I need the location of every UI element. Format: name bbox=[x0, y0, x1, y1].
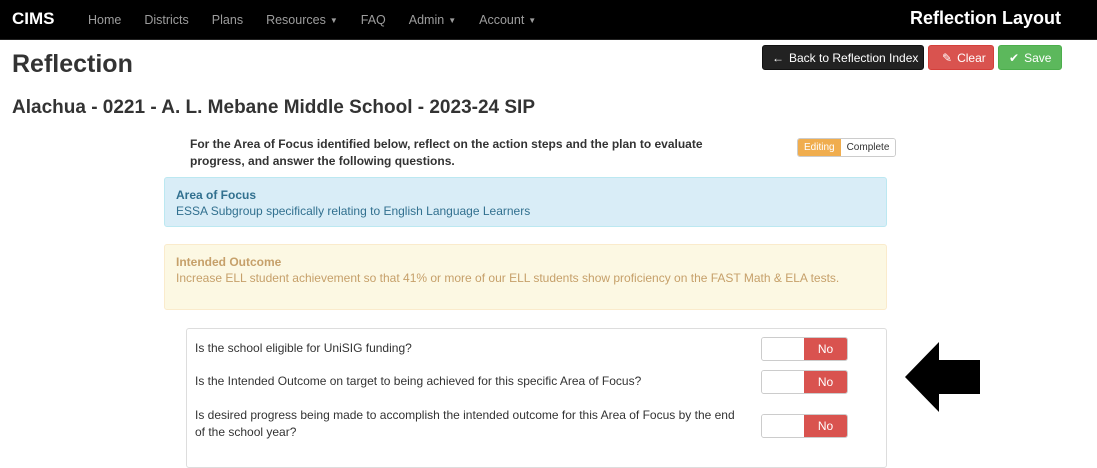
question-text: Is desired progress being made to accomp… bbox=[195, 408, 735, 439]
nav-item-plans[interactable]: Plans bbox=[212, 13, 243, 27]
toggle-off-area[interactable] bbox=[762, 415, 805, 437]
status-editing[interactable]: Editing bbox=[798, 139, 841, 156]
arrow-left-icon: ← bbox=[772, 50, 784, 65]
page-title: Reflection bbox=[12, 50, 133, 78]
nav-item-districts[interactable]: Districts bbox=[144, 13, 188, 27]
intended-outcome-panel: Intended Outcome Increase ELL student ac… bbox=[164, 244, 887, 310]
toggle-off-area[interactable] bbox=[762, 371, 805, 393]
questions-panel: Is the school eligible for UniSIG fundin… bbox=[186, 328, 887, 468]
clear-button[interactable]: ✎ Clear bbox=[928, 45, 994, 70]
area-of-focus-text: ESSA Subgroup specifically relating to E… bbox=[176, 204, 531, 218]
desired-progress-toggle[interactable]: No bbox=[761, 414, 848, 438]
brand-logo[interactable]: CIMS bbox=[12, 9, 55, 29]
arrow-left-icon bbox=[905, 342, 980, 412]
back-button-label: Back to Reflection Index bbox=[789, 50, 919, 65]
question-text: Is the school eligible for UniSIG fundin… bbox=[195, 341, 412, 355]
toggle-no-label[interactable]: No bbox=[804, 338, 847, 360]
nav-item-faq[interactable]: FAQ bbox=[361, 13, 386, 27]
save-button[interactable]: ✔ Save bbox=[998, 45, 1062, 70]
plan-subtitle: Alachua - 0221 - A. L. Mebane Middle Sch… bbox=[12, 97, 536, 118]
nav-menu: Home Districts Plans Resources ▼ FAQ Admi… bbox=[88, 0, 559, 40]
caret-down-icon: ▼ bbox=[528, 16, 537, 26]
status-complete[interactable]: Complete bbox=[840, 139, 896, 156]
caret-down-icon: ▼ bbox=[329, 16, 338, 26]
area-of-focus-title: Area of Focus bbox=[176, 188, 257, 202]
nav-item-home[interactable]: Home bbox=[88, 13, 121, 27]
caret-down-icon: ▼ bbox=[448, 16, 457, 26]
toolbar: ← Back to Reflection Index ✎ Clear ✔ Sav… bbox=[762, 45, 1062, 70]
question-text: Is the Intended Outcome on target to bei… bbox=[195, 374, 642, 388]
top-navbar: CIMS Home Districts Plans Resources ▼ FAQ… bbox=[0, 0, 1097, 40]
save-button-label: Save bbox=[1024, 50, 1052, 65]
nav-item-resources[interactable]: Resources ▼ bbox=[266, 13, 338, 27]
toggle-no-label[interactable]: No bbox=[804, 371, 847, 393]
nav-item-admin[interactable]: Admin ▼ bbox=[409, 13, 456, 27]
unisig-eligibility-toggle[interactable]: No bbox=[761, 337, 848, 361]
outcome-on-target-toggle[interactable]: No bbox=[761, 370, 848, 394]
layout-title: Reflection Layout bbox=[909, 8, 1061, 28]
clear-button-label: Clear bbox=[957, 50, 986, 65]
status-toggle[interactable]: Editing Complete bbox=[797, 138, 897, 157]
area-of-focus-panel: Area of Focus ESSA Subgroup specifically… bbox=[164, 177, 887, 227]
back-to-index-button[interactable]: ← Back to Reflection Index bbox=[762, 45, 924, 70]
intended-outcome-text: Increase ELL student achievement so that… bbox=[176, 271, 840, 285]
check-icon: ✔ bbox=[1009, 50, 1020, 65]
intended-outcome-title: Intended Outcome bbox=[176, 255, 282, 269]
instructions-text: For the Area of Focus identified below, … bbox=[190, 137, 703, 168]
nav-item-account[interactable]: Account ▼ bbox=[479, 13, 536, 27]
toggle-off-area[interactable] bbox=[762, 338, 805, 360]
eraser-icon: ✎ bbox=[942, 50, 953, 65]
toggle-no-label[interactable]: No bbox=[804, 415, 847, 437]
